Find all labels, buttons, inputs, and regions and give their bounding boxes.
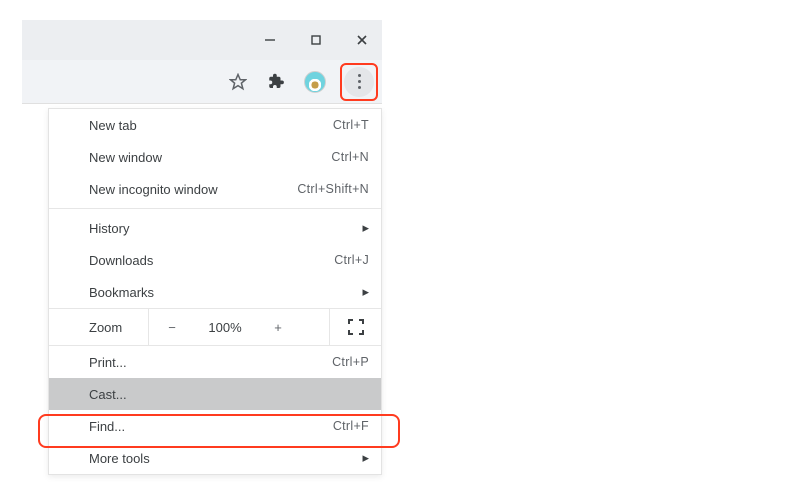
menu-item-shortcut: Ctrl+P bbox=[332, 355, 369, 369]
menu-item-shortcut: Ctrl+T bbox=[333, 118, 369, 132]
menu-separator bbox=[49, 208, 381, 209]
fullscreen-icon bbox=[348, 319, 364, 335]
extensions-icon[interactable] bbox=[266, 72, 286, 92]
chrome-main-menu: New tab Ctrl+T New window Ctrl+N New inc… bbox=[48, 108, 382, 475]
kebab-icon bbox=[358, 73, 361, 91]
menu-item-new-incognito[interactable]: New incognito window Ctrl+Shift+N bbox=[49, 173, 381, 205]
menu-item-shortcut: Ctrl+Shift+N bbox=[297, 182, 369, 196]
menu-item-history[interactable]: History ▸ bbox=[49, 212, 381, 244]
menu-item-new-tab[interactable]: New tab Ctrl+T bbox=[49, 109, 381, 141]
menu-item-shortcut: Ctrl+J bbox=[334, 253, 369, 267]
chevron-right-icon: ▸ bbox=[362, 220, 369, 236]
zoom-out-button[interactable]: − bbox=[149, 320, 195, 335]
fullscreen-button[interactable] bbox=[329, 309, 381, 345]
menu-item-cast[interactable]: Cast... bbox=[49, 378, 381, 410]
menu-item-find[interactable]: Find... Ctrl+F bbox=[49, 410, 381, 442]
zoom-label: Zoom bbox=[49, 309, 149, 345]
menu-item-shortcut: Ctrl+F bbox=[333, 419, 369, 433]
menu-item-label: New tab bbox=[89, 118, 333, 133]
menu-item-label: New window bbox=[89, 150, 331, 165]
menu-item-zoom: Zoom − 100% + bbox=[49, 308, 381, 346]
bookmark-star-icon[interactable] bbox=[228, 72, 248, 92]
browser-toolbar bbox=[22, 60, 382, 104]
menu-item-new-window[interactable]: New window Ctrl+N bbox=[49, 141, 381, 173]
menu-item-label: Find... bbox=[89, 419, 333, 434]
maximize-icon[interactable] bbox=[306, 30, 326, 50]
window-titlebar bbox=[22, 20, 382, 60]
menu-item-downloads[interactable]: Downloads Ctrl+J bbox=[49, 244, 381, 276]
menu-item-label: Print... bbox=[89, 355, 332, 370]
chevron-right-icon: ▸ bbox=[362, 284, 369, 300]
menu-item-more-tools[interactable]: More tools ▸ bbox=[49, 442, 381, 474]
zoom-in-button[interactable]: + bbox=[255, 320, 301, 335]
profile-avatar[interactable] bbox=[304, 71, 326, 93]
menu-item-label: Downloads bbox=[89, 253, 334, 268]
menu-item-print[interactable]: Print... Ctrl+P bbox=[49, 346, 381, 378]
menu-item-label: Cast... bbox=[89, 387, 369, 402]
menu-item-label: Bookmarks bbox=[89, 285, 362, 300]
chevron-right-icon: ▸ bbox=[362, 450, 369, 466]
more-menu-button[interactable] bbox=[344, 67, 374, 97]
menu-item-label: History bbox=[89, 221, 362, 236]
menu-item-label: New incognito window bbox=[89, 182, 297, 197]
zoom-value: 100% bbox=[195, 320, 255, 335]
minimize-icon[interactable] bbox=[260, 30, 280, 50]
close-icon[interactable] bbox=[352, 30, 372, 50]
menu-item-label: More tools bbox=[89, 451, 362, 466]
menu-item-shortcut: Ctrl+N bbox=[331, 150, 369, 164]
menu-item-bookmarks[interactable]: Bookmarks ▸ bbox=[49, 276, 381, 308]
